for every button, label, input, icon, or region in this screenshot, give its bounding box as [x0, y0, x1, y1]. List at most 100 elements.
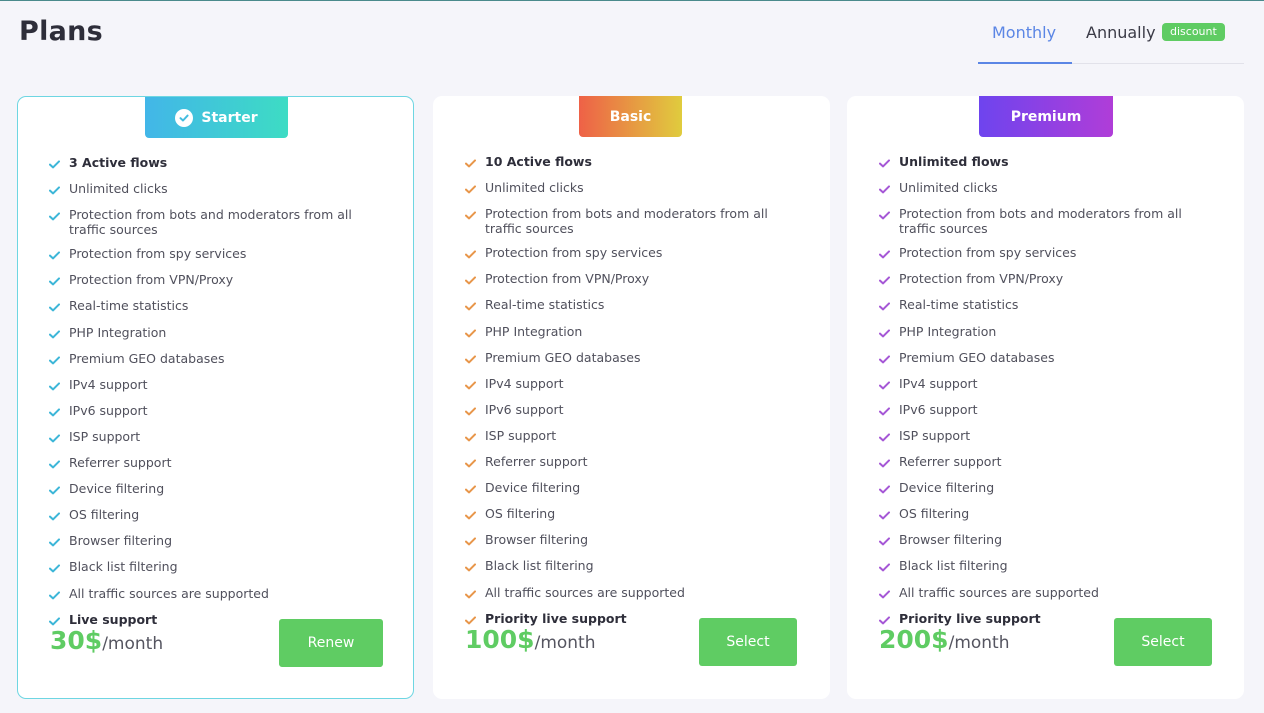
feature-item: All traffic sources are supported [49, 586, 389, 603]
feature-text: IPv4 support [69, 376, 148, 392]
check-icon [49, 481, 69, 498]
feature-text: Premium GEO databases [69, 350, 225, 366]
renew-button[interactable]: Renew [279, 619, 383, 667]
feature-item: Protection from spy services [879, 245, 1219, 262]
tab-monthly[interactable]: Monthly [992, 23, 1056, 42]
feature-item: All traffic sources are supported [879, 585, 1219, 602]
feature-text: IPv6 support [485, 401, 564, 417]
check-icon [465, 271, 485, 288]
check-icon [49, 272, 69, 289]
feature-item: Real-time statistics [465, 297, 805, 314]
select-basic-button[interactable]: Select [699, 618, 797, 666]
feature-item: ISP support [49, 429, 389, 446]
feature-text: Referrer support [899, 454, 1002, 470]
feature-text: Browser filtering [485, 532, 589, 548]
check-icon [49, 377, 69, 394]
feature-text: Live support [69, 611, 158, 627]
feature-item: IPv4 support [465, 376, 805, 393]
feature-text: Real-time statistics [69, 298, 189, 314]
check-icon [465, 585, 485, 602]
feature-item: IPv4 support [49, 377, 389, 394]
check-icon [49, 586, 69, 603]
feature-text: Real-time statistics [899, 297, 1019, 313]
check-icon [49, 298, 69, 315]
price-amount: 30$ [50, 626, 103, 655]
feature-text: Unlimited flows [899, 154, 1009, 169]
check-icon [879, 532, 899, 549]
feature-text: Priority live support [899, 610, 1041, 626]
feature-text: IPv4 support [485, 375, 564, 391]
plan-price: 200$ /month [879, 625, 1010, 654]
feature-item: Protection from bots and moderators from… [465, 206, 805, 236]
feature-text: Protection from bots and moderators from… [69, 207, 352, 238]
check-icon [465, 558, 485, 575]
check-icon [49, 181, 69, 198]
current-plan-check-icon [175, 108, 194, 127]
check-icon [49, 325, 69, 342]
active-tab-indicator [978, 62, 1072, 64]
tab-annually[interactable]: Annually [1086, 23, 1156, 42]
feature-item: PHP Integration [49, 325, 389, 342]
feature-item: 10 Active flows [465, 154, 805, 171]
check-icon [465, 532, 485, 549]
feature-item: Device filtering [465, 480, 805, 497]
check-icon [465, 402, 485, 419]
check-icon [49, 403, 69, 420]
plan-card-starter: Starter 3 Active flows Unlimited clicks Pr… [17, 96, 414, 699]
check-icon [465, 245, 485, 262]
feature-text: IPv6 support [899, 401, 978, 417]
billing-period-tabs: Monthly Annually discount [978, 19, 1244, 64]
check-icon [879, 585, 899, 602]
check-icon [49, 429, 69, 446]
feature-text: OS filtering [69, 507, 140, 523]
feature-text: Black list filtering [485, 558, 594, 574]
feature-item: ISP support [465, 428, 805, 445]
feature-item: Referrer support [879, 454, 1219, 471]
feature-text: Unlimited clicks [899, 180, 998, 196]
feature-text: PHP Integration [69, 324, 167, 340]
price-period: /month [948, 633, 1010, 653]
feature-text: Browser filtering [899, 532, 1003, 548]
feature-list: Unlimited flows Unlimited clicks Protectio… [879, 154, 1219, 637]
check-icon [465, 480, 485, 497]
check-icon [879, 428, 899, 445]
price-period: /month [534, 633, 596, 653]
feature-item: Protection from VPN/Proxy [465, 271, 805, 288]
check-icon [879, 297, 899, 314]
feature-text: 3 Active flows [69, 155, 168, 170]
feature-item: Referrer support [49, 455, 389, 472]
feature-text: Black list filtering [69, 559, 178, 575]
select-premium-button[interactable]: Select [1114, 618, 1212, 666]
plan-card-premium: Premium Unlimited flows Unlimited clicks P… [847, 96, 1244, 699]
check-icon [879, 324, 899, 341]
page-title: Plans [19, 16, 104, 47]
check-icon [49, 559, 69, 576]
feature-text: Device filtering [899, 480, 995, 496]
check-icon [49, 533, 69, 550]
feature-item: Referrer support [465, 454, 805, 471]
feature-text: Protection from VPN/Proxy [69, 272, 234, 288]
feature-item: Protection from spy services [465, 245, 805, 262]
check-icon [49, 455, 69, 472]
feature-item: Unlimited clicks [49, 181, 389, 198]
feature-item: OS filtering [465, 506, 805, 523]
feature-item: Protection from VPN/Proxy [879, 271, 1219, 288]
check-icon [49, 246, 69, 263]
feature-text: Premium GEO databases [899, 349, 1055, 365]
feature-item: All traffic sources are supported [465, 585, 805, 602]
feature-text: IPv4 support [899, 375, 978, 391]
feature-text: Protection from bots and moderators from… [899, 206, 1182, 237]
feature-item: OS filtering [49, 507, 389, 524]
plan-price: 100$ /month [465, 625, 596, 654]
check-icon [879, 402, 899, 419]
plan-name: Basic [609, 108, 652, 125]
feature-text: Protection from VPN/Proxy [899, 271, 1064, 287]
feature-text: Unlimited clicks [69, 181, 168, 197]
feature-item: Black list filtering [49, 559, 389, 576]
feature-item: IPv6 support [879, 402, 1219, 419]
feature-item: Premium GEO databases [465, 350, 805, 367]
feature-text: Protection from spy services [69, 246, 247, 262]
price-period: /month [102, 634, 164, 654]
feature-item: Real-time statistics [49, 298, 389, 315]
plan-name: Premium [1010, 108, 1082, 125]
